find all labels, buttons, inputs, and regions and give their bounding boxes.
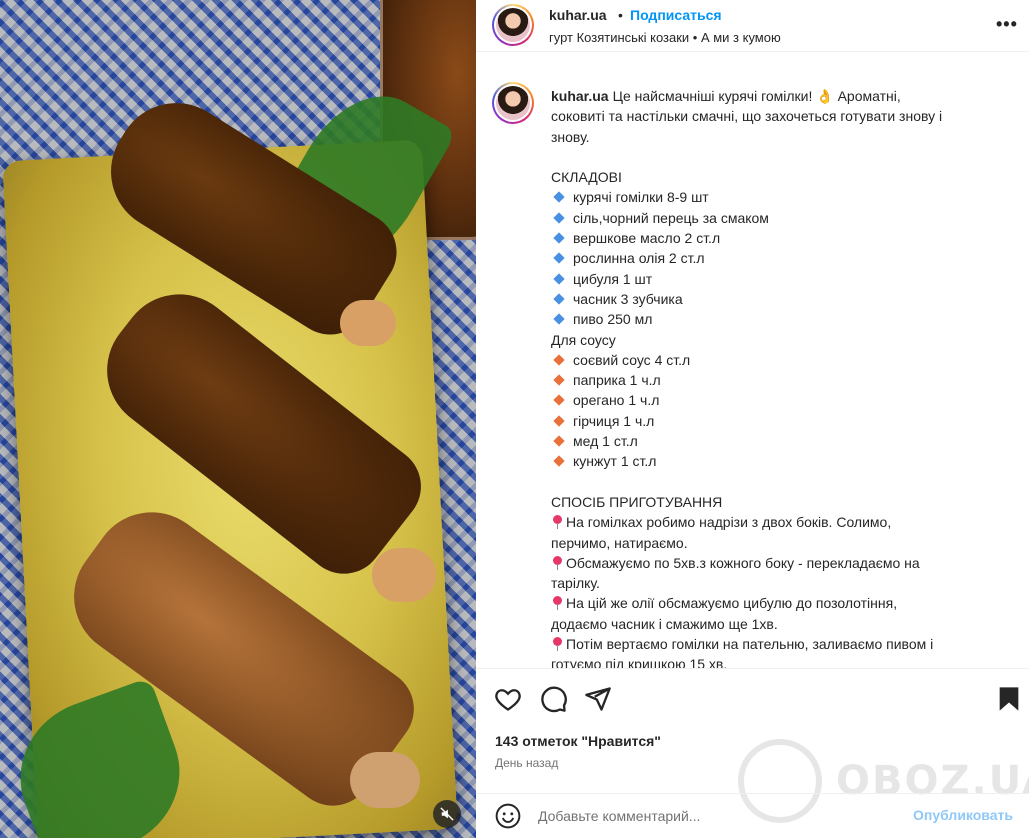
share-icon[interactable] xyxy=(584,685,612,713)
list-item: орегано 1 ч.л xyxy=(551,390,1001,410)
follow-button[interactable]: Подписаться xyxy=(630,7,722,23)
method-line: готуємо під кришкою 15 хв. xyxy=(551,656,728,668)
post-actions-bar: 143 отметок "Нравится" День назад OBOZ.U… xyxy=(476,668,1029,823)
ingredients-title: СКЛАДОВІ xyxy=(551,169,622,186)
caption-section: kuhar.ua Це найсмачніші курячі гомілки! 👌… xyxy=(476,68,1029,668)
comment-bar: Опубликовать xyxy=(476,793,1029,838)
caption-intro-line: знову. xyxy=(551,128,590,145)
drumstick-bone xyxy=(340,300,396,346)
likes-count[interactable]: 143 отметок "Нравится" xyxy=(495,733,661,749)
diamond-bullet-icon xyxy=(553,394,565,407)
avatar[interactable] xyxy=(492,82,534,124)
muted-speaker-icon xyxy=(440,807,454,821)
list-item: цибуля 1 шт xyxy=(551,269,1001,289)
comment-icon[interactable] xyxy=(540,685,568,713)
list-item: гірчиця 1 ч.л xyxy=(551,411,1001,431)
list-item: кунжут 1 ст.л xyxy=(551,451,1001,471)
method-line: Обсмажуємо по 5хв.з кожного боку - перек… xyxy=(551,553,1001,573)
diamond-bullet-icon xyxy=(553,313,565,325)
diamond-bullet-icon xyxy=(553,435,565,447)
list-item: курячі гомілки 8-9 шт xyxy=(551,187,1001,207)
pushpin-icon xyxy=(551,555,563,570)
post-media-image[interactable] xyxy=(0,0,476,838)
emoji-icon[interactable] xyxy=(495,803,521,829)
caption-username[interactable]: kuhar.ua xyxy=(551,88,609,104)
separator-dot: • xyxy=(618,7,623,23)
list-item: часник 3 зубчика xyxy=(551,289,1001,309)
drumstick-bone xyxy=(350,752,420,808)
caption-text: kuhar.ua Це найсмачніші курячі гомілки! 👌… xyxy=(551,86,1001,668)
list-item: мед 1 ст.л xyxy=(551,431,1001,451)
post-details-panel: kuhar.ua • Подписаться гурт Козятинські … xyxy=(476,0,1029,838)
diamond-bullet-icon xyxy=(553,252,565,265)
pushpin-icon xyxy=(551,515,563,530)
diamond-bullet-icon xyxy=(553,191,565,204)
diamond-bullet-icon xyxy=(553,293,565,305)
method-title: СПОСІБ ПРИГОТУВАННЯ xyxy=(551,493,723,510)
drumstick-bone xyxy=(372,548,436,602)
avatar[interactable] xyxy=(492,4,534,46)
method-line: тарілку. xyxy=(551,575,600,592)
caption-intro-line: Це найсмачніші курячі гомілки! 👌 Ароматн… xyxy=(612,88,901,104)
list-item: соєвий соус 4 ст.л xyxy=(551,350,1001,370)
pushpin-icon xyxy=(551,596,563,611)
diamond-bullet-icon xyxy=(553,273,565,285)
method-line: На цій же олії обсмажуємо цибулю до позо… xyxy=(551,593,1001,613)
method-line: додаємо часник і смажимо ще 1хв. xyxy=(551,615,778,632)
caption-intro-line: соковиті та настільки смачні, що захочет… xyxy=(551,108,943,125)
pushpin-icon xyxy=(551,637,563,652)
comment-input[interactable] xyxy=(538,805,878,827)
bookmark-icon[interactable] xyxy=(995,685,1023,713)
diamond-bullet-icon xyxy=(553,232,565,244)
diamond-bullet-icon xyxy=(553,374,565,386)
method-line: Потім вертаємо гомілки на пательню, зали… xyxy=(551,634,1001,654)
post-username[interactable]: kuhar.ua xyxy=(549,7,607,23)
more-options-icon[interactable]: ••• xyxy=(996,14,1018,35)
list-item: пиво 250 мл xyxy=(551,309,1001,329)
method-line: перчимо, натираємо. xyxy=(551,534,688,551)
list-item: паприка 1 ч.л xyxy=(551,370,1001,390)
post-header: kuhar.ua • Подписаться гурт Козятинські … xyxy=(476,0,1029,52)
heart-icon[interactable] xyxy=(494,685,522,713)
list-item: рослинна олія 2 ст.л xyxy=(551,248,1001,268)
post-timestamp[interactable]: День назад xyxy=(495,756,558,770)
sauce-title: Для соусу xyxy=(551,331,616,348)
mute-button[interactable] xyxy=(433,800,461,828)
audio-track-link[interactable]: гурт Козятинські козаки • А ми з кумою xyxy=(549,30,781,45)
diamond-bullet-icon xyxy=(553,212,565,224)
list-item: сіль,чорний перець за смаком xyxy=(551,208,1001,228)
publish-button[interactable]: Опубликовать xyxy=(913,807,1013,823)
diamond-bullet-icon xyxy=(553,455,565,468)
list-item: вершкове масло 2 ст.л xyxy=(551,228,1001,248)
method-line: На гомілках робимо надрізи з двох боків.… xyxy=(551,512,1001,532)
diamond-bullet-icon xyxy=(553,415,565,427)
diamond-bullet-icon xyxy=(553,354,565,366)
